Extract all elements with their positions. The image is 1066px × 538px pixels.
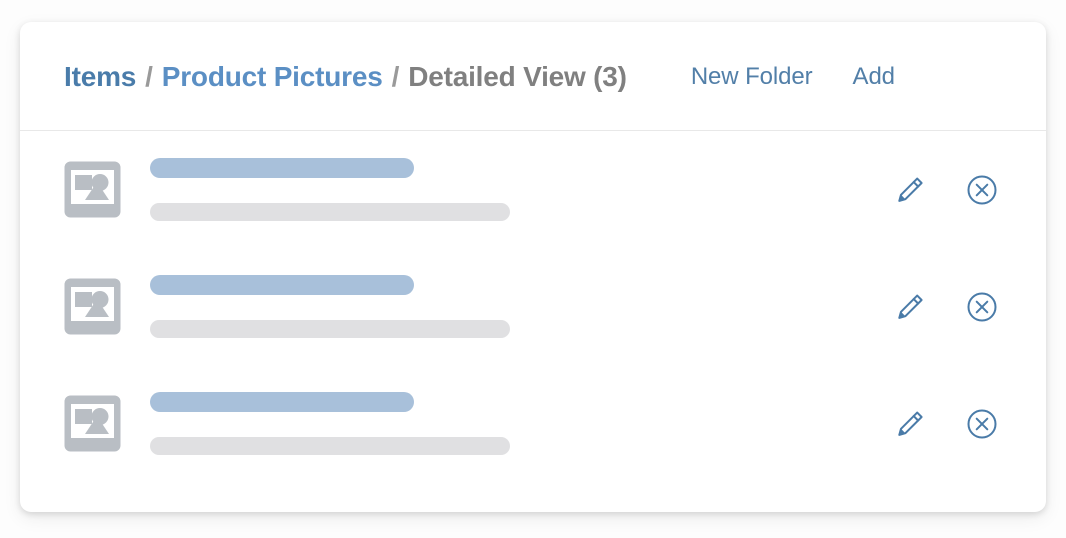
add-button[interactable]: Add — [853, 63, 896, 91]
pencil-icon[interactable] — [893, 290, 927, 324]
list-item-actions — [893, 290, 999, 324]
list-item-content — [150, 158, 893, 221]
pencil-icon[interactable] — [893, 173, 927, 207]
list-item-title-placeholder — [150, 275, 414, 295]
list-item-subtitle-placeholder — [150, 437, 510, 455]
image-placeholder-icon — [64, 161, 121, 218]
breadcrumb: Items / Product Pictures / Detailed View… — [64, 61, 627, 93]
list-item-actions — [893, 173, 999, 207]
list-item-subtitle-placeholder — [150, 203, 510, 221]
pencil-icon[interactable] — [893, 407, 927, 441]
list-item-content — [150, 275, 893, 338]
image-placeholder-icon — [64, 395, 121, 452]
image-placeholder-icon — [64, 278, 121, 335]
list-item-actions — [893, 407, 999, 441]
header-actions: New Folder Add — [691, 63, 895, 91]
detailed-view-card: Items / Product Pictures / Detailed View… — [20, 22, 1046, 512]
page-background: Items / Product Pictures / Detailed View… — [0, 0, 1066, 538]
breadcrumb-separator: / — [391, 60, 400, 92]
breadcrumb-item-product-pictures[interactable]: Product Pictures — [162, 61, 383, 93]
circle-x-icon[interactable] — [965, 290, 999, 324]
header-divider — [20, 130, 1046, 131]
list-item[interactable] — [20, 131, 1046, 248]
list-item-title-placeholder — [150, 392, 414, 412]
new-folder-button[interactable]: New Folder — [691, 63, 813, 91]
circle-x-icon[interactable] — [965, 407, 999, 441]
circle-x-icon[interactable] — [965, 173, 999, 207]
list-item[interactable] — [20, 248, 1046, 365]
breadcrumb-current-detailed-view: Detailed View (3) — [408, 60, 627, 92]
card-header: Items / Product Pictures / Detailed View… — [20, 22, 1046, 131]
breadcrumb-item-items[interactable]: Items — [64, 61, 136, 93]
list-item-title-placeholder — [150, 158, 414, 178]
list-item-subtitle-placeholder — [150, 320, 510, 338]
list-item-content — [150, 392, 893, 455]
item-list — [20, 131, 1046, 482]
list-item[interactable] — [20, 365, 1046, 482]
breadcrumb-separator: / — [145, 60, 153, 92]
